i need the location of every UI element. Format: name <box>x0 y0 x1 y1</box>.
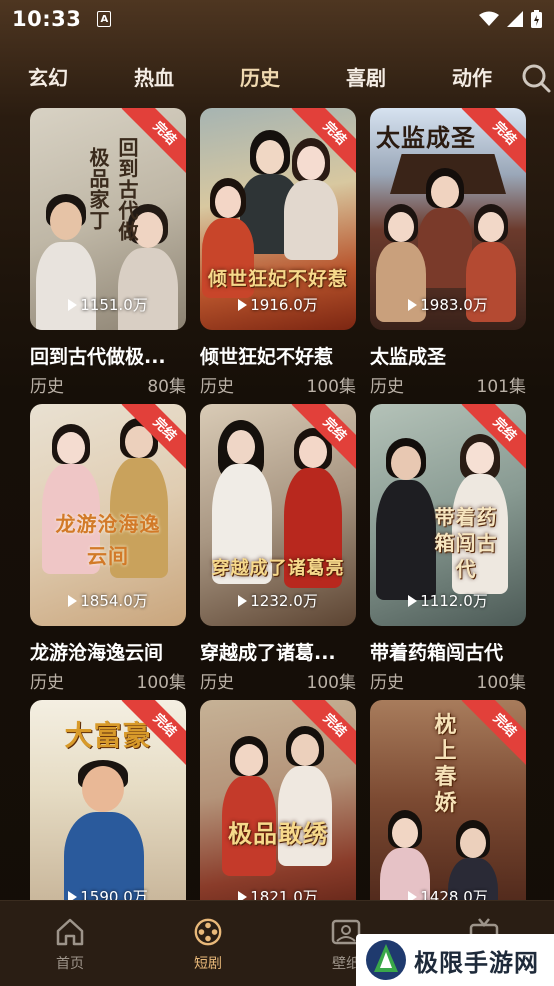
nav-home-label: 首页 <box>56 956 84 972</box>
poster-title: 回到古代做极品家丁 <box>86 136 139 242</box>
drama-poster[interactable]: 倾世狂妃不好惹 完结 1916.0万 <box>200 108 356 330</box>
drama-poster[interactable]: 太监成圣 完结 1983.0万 <box>370 108 526 330</box>
drama-title[interactable]: 带着药箱闯古代 <box>370 638 526 665</box>
view-count: 1854.0万 <box>30 590 186 611</box>
view-count: 1232.0万 <box>200 590 356 611</box>
episode-count: 100集 <box>476 673 526 693</box>
episode-count: 100集 <box>306 673 356 693</box>
drama-poster[interactable]: 枕上春娇 完结 1428.0万 <box>370 700 526 900</box>
play-icon <box>408 299 418 311</box>
play-icon <box>238 595 248 607</box>
watermark-text: 极限手游网 <box>414 947 539 977</box>
poster-title: 穿越成了诸葛亮 <box>211 558 345 579</box>
film-reel-icon <box>194 918 222 946</box>
play-icon <box>408 595 418 607</box>
tab-rexue[interactable]: 热血 <box>124 62 184 91</box>
view-count: 1590.0万 <box>30 886 186 900</box>
episode-count: 101集 <box>476 377 526 397</box>
play-icon <box>68 595 78 607</box>
poster-title: 极品敢绣 <box>228 819 328 848</box>
drama-genre: 历史 <box>370 377 404 397</box>
drama-poster[interactable]: 大富豪 完结 1590.0万 <box>30 700 186 900</box>
poster-title: 枕上春娇 <box>434 712 458 816</box>
play-icon <box>68 891 78 900</box>
view-count: 1821.0万 <box>200 886 356 900</box>
play-icon <box>68 299 78 311</box>
drama-title[interactable]: 太监成圣 <box>370 342 526 369</box>
drama-poster[interactable]: 穿越成了诸葛亮 完结 1232.0万 <box>200 404 356 626</box>
app-screen: 10:33 A 玄幻 热血 历史 喜剧 动作 回到古代做极品家丁 完结 1151… <box>0 0 554 986</box>
home-icon <box>56 918 84 946</box>
status-time: 10:33 <box>12 7 82 31</box>
drama-poster[interactable]: 回到古代做极品家丁 完结 1151.0万 <box>30 108 186 330</box>
category-tabs: 玄幻 热血 历史 喜剧 动作 <box>0 52 554 100</box>
search-icon[interactable] <box>520 62 552 94</box>
notification-icon: A <box>97 11 112 27</box>
drama-genre: 历史 <box>200 377 234 397</box>
drama-poster[interactable]: 龙游沧海逸云间 完结 1854.0万 <box>30 404 186 626</box>
tab-xiju[interactable]: 喜剧 <box>336 62 396 91</box>
play-icon <box>408 891 418 900</box>
poster-title: 龙游沧海逸云间 <box>55 512 161 568</box>
drama-title[interactable]: 回到古代做极... <box>30 342 186 369</box>
view-count: 1916.0万 <box>200 294 356 315</box>
drama-title[interactable]: 倾世狂妃不好惹 <box>200 342 356 369</box>
status-bar: 10:33 A <box>0 0 554 38</box>
tab-dongzuo[interactable]: 动作 <box>442 62 502 91</box>
view-count: 1151.0万 <box>30 294 186 315</box>
view-count: 1112.0万 <box>370 590 526 611</box>
poster-title: 倾世狂妃不好惹 <box>207 268 348 290</box>
drama-poster[interactable]: 带着药箱闯古代 完结 1112.0万 <box>370 404 526 626</box>
drama-genre: 历史 <box>30 673 64 693</box>
play-icon <box>238 891 248 900</box>
watermark-logo-icon <box>366 940 406 980</box>
nav-home[interactable]: 首页 <box>30 917 110 973</box>
site-watermark: 极限手游网 <box>356 934 554 986</box>
drama-grid: 回到古代做极品家丁 完结 1151.0万 回到古代做极... 历史 80集 倾世… <box>0 108 554 900</box>
tab-lishi[interactable]: 历史 <box>230 62 290 91</box>
nav-short-drama-label: 短剧 <box>194 956 222 972</box>
drama-genre: 历史 <box>370 673 404 693</box>
poster-title: 带着药箱闯古代 <box>434 505 498 581</box>
wifi-icon <box>479 11 499 26</box>
nav-short-drama[interactable]: 短剧 <box>168 917 248 973</box>
battery-icon <box>531 10 542 28</box>
drama-genre: 历史 <box>30 377 64 397</box>
episode-count: 100集 <box>136 673 186 693</box>
episode-count: 80集 <box>147 377 186 397</box>
signal-icon <box>507 11 523 27</box>
drama-poster[interactable]: 极品敢绣 完结 1821.0万 <box>200 700 356 900</box>
view-count: 1428.0万 <box>370 886 526 900</box>
episode-count: 100集 <box>306 377 356 397</box>
drama-genre: 历史 <box>200 673 234 693</box>
view-count: 1983.0万 <box>370 294 526 315</box>
drama-title[interactable]: 穿越成了诸葛... <box>200 638 356 665</box>
drama-title[interactable]: 龙游沧海逸云间 <box>30 638 186 665</box>
play-icon <box>238 299 248 311</box>
tab-xuanhuan[interactable]: 玄幻 <box>18 62 78 91</box>
